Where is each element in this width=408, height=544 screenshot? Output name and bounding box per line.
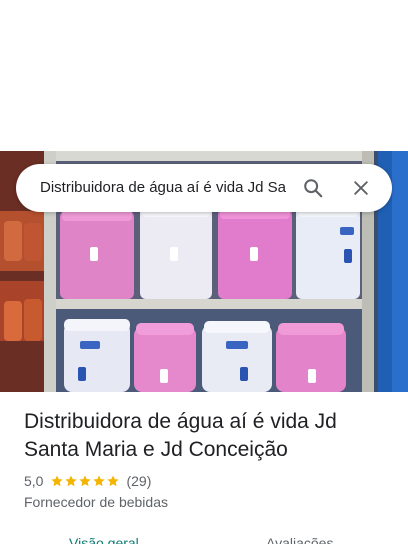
rating-value: 5,0 — [24, 473, 44, 489]
star-icon — [79, 475, 92, 487]
close-icon — [354, 181, 368, 195]
search-input[interactable]: Distribuidora de água aí é vida Jd Santa… — [40, 164, 287, 212]
close-button[interactable] — [341, 168, 381, 208]
star-icon — [51, 475, 64, 487]
search-bar[interactable]: Distribuidora de água aí é vida Jd Santa… — [16, 164, 392, 212]
search-button[interactable] — [293, 168, 333, 208]
star-icon — [107, 475, 120, 487]
rating-row[interactable]: 5,0 (29) — [24, 471, 151, 491]
place-tabs: Visão geral Avaliações — [0, 528, 408, 544]
search-icon — [304, 179, 323, 198]
star-icon — [93, 475, 106, 487]
star-icon — [65, 475, 78, 487]
place-category[interactable]: Fornecedor de bebidas — [24, 492, 168, 512]
tab-overview[interactable]: Visão geral — [69, 528, 139, 544]
place-title: Distribuidora de água aí é vida Jd Santa… — [24, 410, 337, 461]
rating-stars — [50, 474, 120, 488]
review-count[interactable]: (29) — [126, 473, 151, 489]
place-page: Distribuidora de água aí é vida Jd Santa… — [0, 0, 408, 544]
tab-reviews[interactable]: Avaliações — [266, 528, 333, 544]
